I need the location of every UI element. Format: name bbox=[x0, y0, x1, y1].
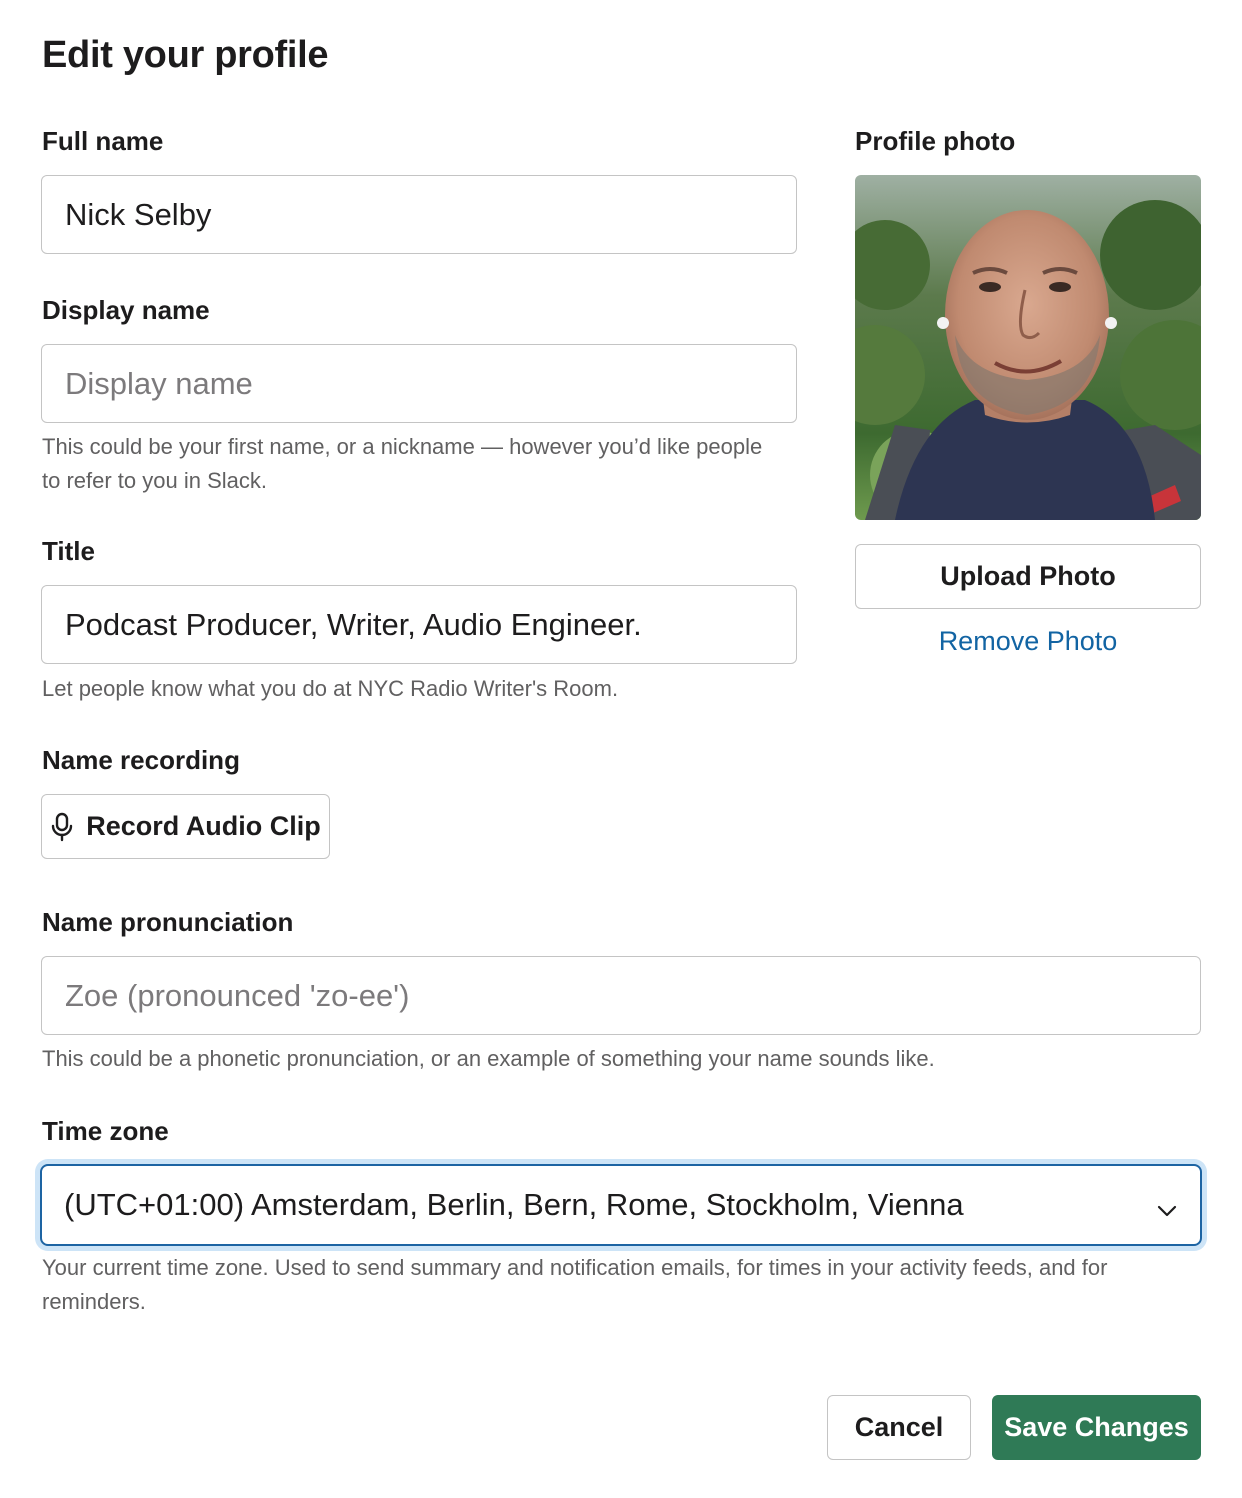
time-zone-label: Time zone bbox=[42, 1116, 169, 1146]
time-zone-hint-line2: reminders. bbox=[42, 1289, 146, 1314]
save-changes-button[interactable]: Save Changes bbox=[992, 1395, 1201, 1460]
full-name-input[interactable]: Nick Selby bbox=[41, 175, 797, 254]
page-title: Edit your profile bbox=[42, 34, 329, 76]
record-audio-clip-label: Record Audio Clip bbox=[86, 811, 321, 841]
profile-photo bbox=[855, 175, 1201, 520]
display-name-label: Display name bbox=[42, 295, 210, 325]
display-name-hint-line1: This could be your first name, or a nick… bbox=[42, 434, 763, 459]
cancel-button[interactable]: Cancel bbox=[827, 1395, 971, 1460]
full-name-value: Nick Selby bbox=[65, 196, 212, 232]
display-name-hint: This could be your first name, or a nick… bbox=[42, 430, 762, 498]
time-zone-hint: Your current time zone. Used to send sum… bbox=[42, 1251, 1107, 1319]
chevron-down-icon bbox=[1156, 1194, 1178, 1230]
microphone-icon bbox=[50, 812, 74, 842]
upload-photo-button[interactable]: Upload Photo bbox=[855, 544, 1201, 609]
display-name-placeholder: Display name bbox=[65, 365, 253, 401]
profile-photo-label: Profile photo bbox=[855, 126, 1016, 156]
full-name-label: Full name bbox=[42, 126, 164, 156]
name-pronunciation-label: Name pronunciation bbox=[42, 907, 294, 937]
name-pronunciation-placeholder: Zoe (pronounced 'zo-ee') bbox=[65, 977, 410, 1013]
name-pronunciation-input[interactable]: Zoe (pronounced 'zo-ee') bbox=[41, 956, 1201, 1035]
title-label: Title bbox=[42, 536, 95, 566]
title-input[interactable]: Podcast Producer, Writer, Audio Engineer… bbox=[41, 585, 797, 664]
record-audio-clip-button[interactable]: Record Audio Clip bbox=[41, 794, 330, 859]
name-recording-label: Name recording bbox=[42, 745, 240, 775]
title-hint: Let people know what you do at NYC Radio… bbox=[42, 676, 619, 701]
remove-photo-link[interactable]: Remove Photo bbox=[855, 626, 1201, 657]
name-pronunciation-hint: This could be a phonetic pronunciation, … bbox=[42, 1046, 935, 1071]
time-zone-select[interactable]: (UTC+01:00) Amsterdam, Berlin, Bern, Rom… bbox=[40, 1164, 1202, 1246]
time-zone-hint-line1: Your current time zone. Used to send sum… bbox=[42, 1255, 1108, 1280]
display-name-hint-line2: to refer to you in Slack. bbox=[42, 468, 267, 493]
display-name-input[interactable]: Display name bbox=[41, 344, 797, 423]
time-zone-selected: (UTC+01:00) Amsterdam, Berlin, Bern, Rom… bbox=[64, 1187, 964, 1222]
title-value: Podcast Producer, Writer, Audio Engineer… bbox=[65, 606, 642, 642]
